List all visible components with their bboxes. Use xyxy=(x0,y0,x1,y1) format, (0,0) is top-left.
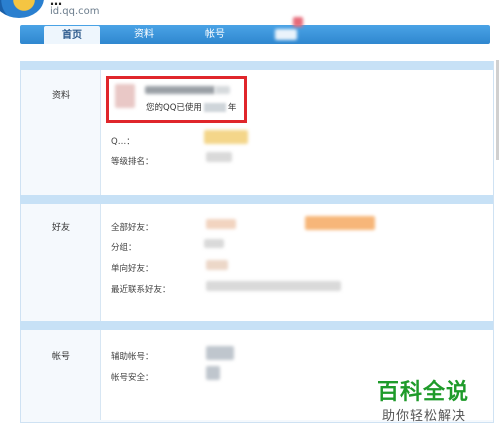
highlight-box xyxy=(106,76,247,123)
tab-profile[interactable]: 资料 xyxy=(124,25,164,44)
watermark-subtitle: 助你轻松解决 xyxy=(382,409,467,424)
notification-dot-icon xyxy=(293,17,303,27)
recent-contacts[interactable] xyxy=(206,281,341,291)
section-label-profile: 资料 xyxy=(52,91,71,101)
field-label-rank: 等级排名： xyxy=(111,157,154,167)
security-value xyxy=(206,366,220,380)
section-label-account: 帐号 xyxy=(52,352,71,362)
watermark-title: 百科全说 xyxy=(377,380,470,405)
field-label-aux: 辅助帐号： xyxy=(111,352,154,362)
section-divider xyxy=(20,321,493,330)
main-nav: 首页 资料 帐号 xyxy=(20,25,490,44)
site-domain: id.qq.com xyxy=(50,6,100,17)
rank-value xyxy=(206,152,232,162)
tab-account[interactable]: 帐号 xyxy=(195,25,235,44)
field-label-qq: Q…： xyxy=(111,137,135,147)
tab-home[interactable]: 首页 xyxy=(44,26,100,44)
field-label-one-way: 单向好友： xyxy=(111,264,154,274)
friends-content xyxy=(100,204,493,321)
one-way-value xyxy=(206,260,228,270)
section-divider xyxy=(20,61,493,70)
qq-logo-icon xyxy=(0,0,44,18)
all-friends-value xyxy=(206,219,236,229)
field-label-groups: 分组： xyxy=(111,243,137,253)
groups-value xyxy=(204,239,224,248)
field-label-recent: 最近联系好友： xyxy=(111,285,171,295)
field-label-all-friends: 全部好友： xyxy=(111,223,154,233)
scrollbar[interactable] xyxy=(496,60,499,160)
friends-link[interactable] xyxy=(305,216,375,230)
aux-account-value xyxy=(206,346,234,360)
section-label-friends: 好友 xyxy=(52,223,71,233)
tab-obscured[interactable] xyxy=(275,29,297,40)
field-label-security: 帐号安全： xyxy=(111,373,154,383)
section-divider xyxy=(20,195,493,204)
qq-level-value xyxy=(204,130,248,144)
